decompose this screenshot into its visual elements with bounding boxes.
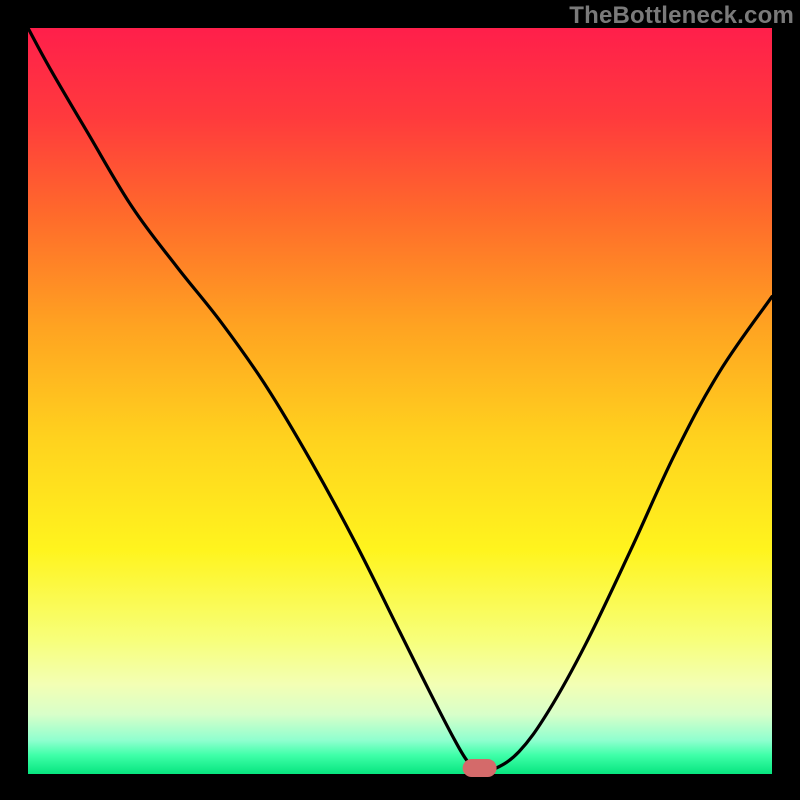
optimal-marker: [463, 759, 497, 777]
watermark-text: TheBottleneck.com: [569, 2, 794, 30]
bottleneck-chart: [0, 0, 800, 800]
plot-area: [28, 28, 772, 774]
